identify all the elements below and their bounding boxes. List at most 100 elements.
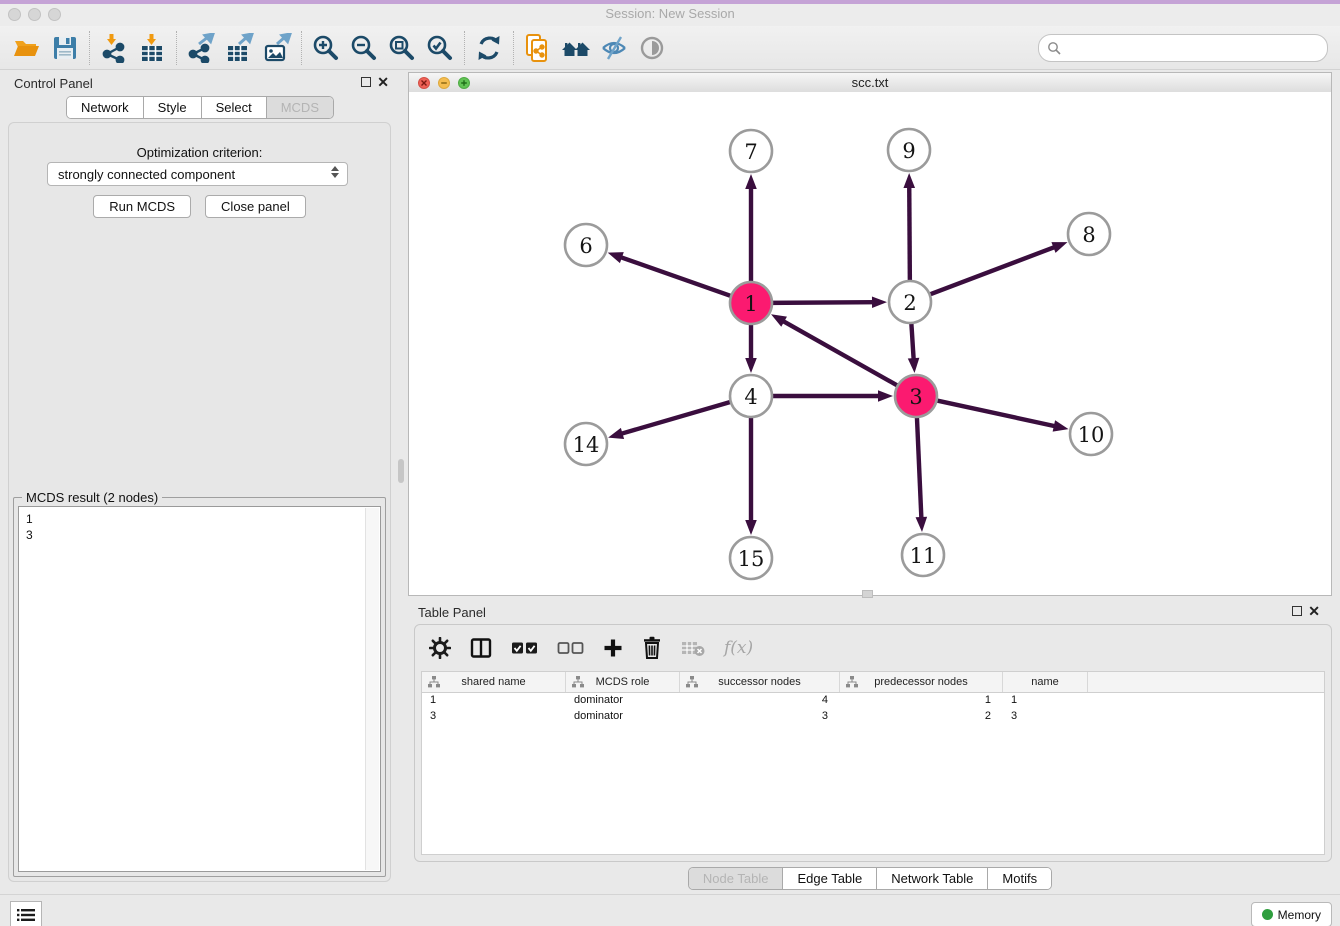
node-table[interactable]: shared nameMCDS role successor nodes prede…	[421, 671, 1325, 855]
table-row[interactable]: 1dominator411	[422, 693, 1324, 709]
select-all-columns-icon[interactable]	[511, 640, 538, 656]
tab-select[interactable]: Select	[201, 97, 266, 118]
column-header-shared-name[interactable]: shared name	[422, 672, 566, 692]
table-cell[interactable]: 3	[680, 709, 840, 725]
edge-1-6[interactable]	[608, 252, 734, 297]
main-toolbar	[0, 26, 1340, 70]
node-10[interactable]: 10	[1070, 413, 1112, 455]
export-table-icon[interactable]	[220, 30, 258, 66]
function-builder-icon[interactable]: f(x)	[724, 638, 753, 658]
edge-2-9[interactable]	[903, 173, 915, 284]
tab-network-table[interactable]: Network Table	[876, 868, 987, 889]
tab-edge-table[interactable]: Edge Table	[782, 868, 876, 889]
table-cell[interactable]: 2	[840, 709, 1003, 725]
node-3[interactable]: 3	[895, 375, 937, 417]
tab-motifs[interactable]: Motifs	[987, 868, 1051, 889]
edge-1-2[interactable]	[769, 296, 887, 308]
delete-table-icon[interactable]	[681, 639, 705, 657]
control-panel: Control Panel ✕ NetworkStyleSelectMCDS O…	[2, 70, 398, 886]
node-4[interactable]: 4	[730, 375, 772, 417]
table-cell[interactable]: dominator	[566, 693, 680, 709]
deselect-all-columns-icon[interactable]	[557, 640, 584, 656]
column-header-predecessor-nodes[interactable]: predecessor nodes	[840, 672, 1003, 692]
add-column-icon[interactable]	[603, 638, 623, 658]
export-image-icon[interactable]	[258, 30, 296, 66]
result-scrollbar[interactable]	[365, 508, 379, 870]
edge-4-3[interactable]	[769, 390, 893, 402]
attribute-settings-icon[interactable]	[429, 637, 451, 659]
open-session-icon[interactable]	[8, 30, 46, 66]
table-row[interactable]: 3dominator323	[422, 709, 1324, 725]
table-cell[interactable]: 3	[422, 709, 566, 725]
table-cell[interactable]: 1	[1003, 693, 1088, 709]
column-header-label: predecessor nodes	[874, 676, 968, 688]
node-6[interactable]: 6	[565, 224, 607, 266]
column-header-successor-nodes[interactable]: successor nodes	[680, 672, 840, 692]
close-panel-button[interactable]: Close panel	[205, 195, 306, 218]
svg-text:14: 14	[573, 433, 600, 457]
show-all-icon[interactable]	[633, 30, 671, 66]
edge-3-1[interactable]	[771, 314, 900, 387]
canvas-splitter-handle[interactable]	[862, 590, 873, 598]
import-network-icon[interactable]	[95, 30, 133, 66]
zoom-fit-icon[interactable]	[383, 30, 421, 66]
float-table-panel-icon[interactable]	[1292, 606, 1302, 616]
column-header-name[interactable]: name	[1003, 672, 1088, 692]
criterion-select[interactable]: strongly connected component	[47, 162, 348, 186]
search-input[interactable]	[1061, 41, 1327, 56]
edge-3-11[interactable]	[916, 414, 928, 532]
edge-1-4[interactable]	[745, 321, 757, 373]
node-11[interactable]: 11	[902, 534, 944, 576]
node-1[interactable]: 1	[730, 282, 772, 324]
svg-text:9: 9	[902, 139, 915, 163]
table-cell[interactable]: 1	[422, 693, 566, 709]
tab-mcds[interactable]: MCDS	[266, 97, 333, 118]
close-panel-icon[interactable]: ✕	[377, 74, 389, 90]
new-network-from-selection-icon[interactable]	[519, 30, 557, 66]
zoom-out-icon[interactable]	[345, 30, 383, 66]
column-header-label: successor nodes	[718, 676, 801, 688]
svg-text:1: 1	[744, 292, 757, 316]
save-session-icon[interactable]	[46, 30, 84, 66]
run-mcds-button[interactable]: Run MCDS	[93, 195, 191, 218]
table-cell[interactable]: 1	[840, 693, 1003, 709]
first-neighbors-icon[interactable]	[557, 30, 595, 66]
node-8[interactable]: 8	[1068, 213, 1110, 255]
tab-node-table[interactable]: Node Table	[689, 868, 783, 889]
edge-2-8[interactable]	[927, 242, 1068, 296]
tab-network[interactable]: Network	[67, 97, 143, 118]
edge-1-7[interactable]	[745, 174, 757, 285]
task-history-button[interactable]	[10, 901, 42, 926]
node-14[interactable]: 14	[565, 423, 607, 465]
table-cell[interactable]: dominator	[566, 709, 680, 725]
table-cell[interactable]: 3	[1003, 709, 1088, 725]
close-table-panel-icon[interactable]: ✕	[1308, 603, 1320, 619]
table-cell[interactable]: 4	[680, 693, 840, 709]
node-7[interactable]: 7	[730, 130, 772, 172]
float-panel-icon[interactable]	[361, 77, 371, 87]
zoom-selected-icon[interactable]	[421, 30, 459, 66]
panel-splitter-handle[interactable]	[398, 459, 404, 483]
column-panel-icon[interactable]	[470, 637, 492, 659]
network-canvas[interactable]: 7 9 6 8 1 2 4 3 14 10 15 11	[409, 92, 1331, 595]
node-9[interactable]: 9	[888, 129, 930, 171]
node-2[interactable]: 2	[889, 281, 931, 323]
edge-2-3[interactable]	[908, 320, 920, 373]
refresh-icon[interactable]	[470, 30, 508, 66]
column-header-MCDS-role[interactable]: MCDS role	[566, 672, 680, 692]
tab-style[interactable]: Style	[143, 97, 201, 118]
edge-4-15[interactable]	[745, 414, 757, 535]
table-toolbar: f(x)	[429, 631, 753, 665]
search-field[interactable]	[1038, 34, 1328, 62]
node-15[interactable]: 15	[730, 537, 772, 579]
network-window-titlebar[interactable]: scc.txt	[409, 73, 1331, 93]
delete-column-icon[interactable]	[642, 636, 662, 660]
edge-3-10[interactable]	[934, 400, 1069, 432]
mcds-result-textarea[interactable]: 13	[18, 506, 381, 872]
export-network-icon[interactable]	[182, 30, 220, 66]
edge-4-14[interactable]	[608, 401, 734, 439]
memory-button[interactable]: Memory	[1251, 902, 1332, 926]
zoom-in-icon[interactable]	[307, 30, 345, 66]
import-table-icon[interactable]	[133, 30, 171, 66]
hide-selected-icon[interactable]	[595, 30, 633, 66]
